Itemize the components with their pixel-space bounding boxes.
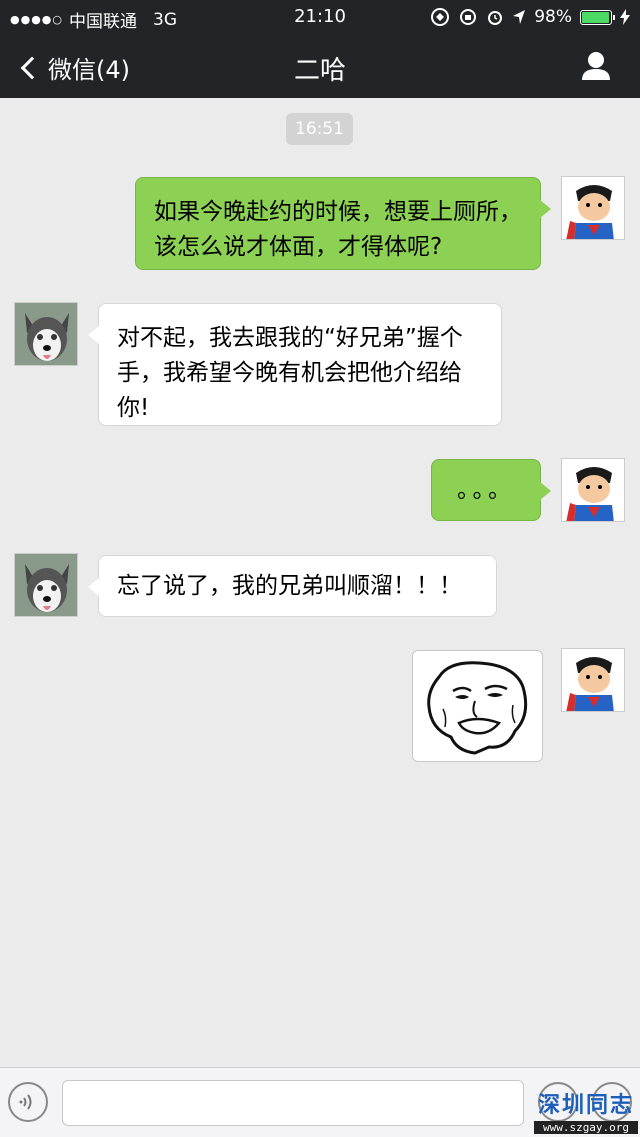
superman-avatar-icon <box>562 177 624 239</box>
status-indicators: 98% <box>430 7 630 27</box>
image-message[interactable] <box>412 650 543 762</box>
sync-icon <box>431 8 450 26</box>
husky-avatar-icon <box>15 303 77 365</box>
watermark: 深圳同志 www.szgay.org <box>534 1087 638 1135</box>
person-icon <box>582 52 610 80</box>
contact-avatar[interactable] <box>14 553 78 617</box>
voice-input-button[interactable] <box>8 1082 48 1122</box>
watermark-title: 深圳同志 <box>537 1092 634 1118</box>
battery-level <box>582 11 610 23</box>
contact-profile-button[interactable] <box>580 50 612 82</box>
contact-avatar[interactable] <box>14 302 78 366</box>
watermark-url: www.szgay.org <box>534 1121 638 1134</box>
troll-face-sticker-icon <box>427 661 528 755</box>
status-bar: ●●●●○ 中国联通 3G 21:10 98% <box>0 0 640 36</box>
location-icon <box>513 10 526 24</box>
message-input[interactable] <box>62 1080 524 1126</box>
rotation-lock-icon <box>460 9 477 25</box>
chat-title: 二哈 <box>293 56 346 86</box>
message-bubble-sent[interactable]: 如果今晚赴约的时候，想要上厕所，该怎么说才体面，才得体呢? <box>135 177 551 270</box>
alarm-icon <box>488 11 503 25</box>
my-avatar[interactable] <box>561 176 625 240</box>
battery-icon <box>580 9 615 25</box>
charging-icon <box>620 9 630 25</box>
message-bubble-received[interactable]: 忘了说了，我的兄弟叫顺溜！！！ <box>88 555 497 617</box>
voice-wave-icon <box>19 1094 32 1110</box>
my-avatar[interactable] <box>561 648 625 712</box>
message-bubble-received[interactable]: 对不起，我去跟我的“好兄弟”握个手，我希望今晚有机会把他介绍给你! <box>88 303 502 426</box>
superman-avatar-icon <box>562 459 624 521</box>
my-avatar[interactable] <box>561 458 625 522</box>
superman-avatar-icon <box>562 649 624 711</box>
message-bubble-sent[interactable]: 。。。 <box>431 459 551 521</box>
husky-avatar-icon <box>15 554 77 616</box>
nav-bar: 微信(4) 二哈 <box>0 36 640 98</box>
chat-timestamp: 16:51 <box>286 113 353 145</box>
battery-percent: 98% <box>534 7 572 27</box>
